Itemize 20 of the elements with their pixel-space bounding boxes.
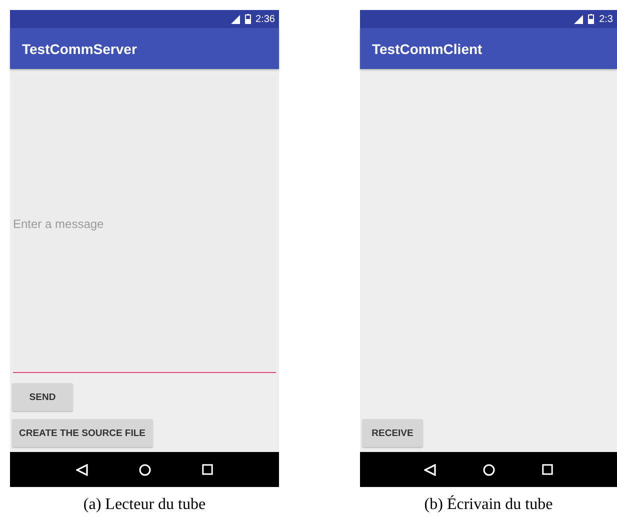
signal-icon (574, 14, 584, 24)
home-icon[interactable] (138, 464, 151, 476)
figure-caption: (a) Lecteur du tube (83, 496, 206, 514)
recents-icon[interactable] (202, 464, 214, 475)
action-button[interactable]: SEND (12, 383, 73, 411)
back-icon[interactable] (76, 464, 88, 476)
action-button[interactable]: RECEIVE (362, 419, 423, 447)
battery-icon (588, 14, 594, 24)
app-title: TestCommClient (372, 40, 482, 56)
battery-icon (244, 14, 251, 24)
home-icon[interactable] (482, 464, 495, 476)
action-button[interactable]: CREATE THE SOURCE FILE (12, 419, 152, 447)
figure-caption: (b) Écrivain du tube (424, 496, 553, 514)
back-icon[interactable] (424, 464, 436, 476)
app-title: TestCommServer (22, 40, 137, 56)
recents-icon[interactable] (542, 464, 554, 475)
signal-icon (230, 14, 240, 24)
message-input[interactable]: Enter a message (13, 216, 275, 230)
status-time: 2:3 (599, 14, 613, 24)
status-time: 2:36 (256, 14, 275, 24)
